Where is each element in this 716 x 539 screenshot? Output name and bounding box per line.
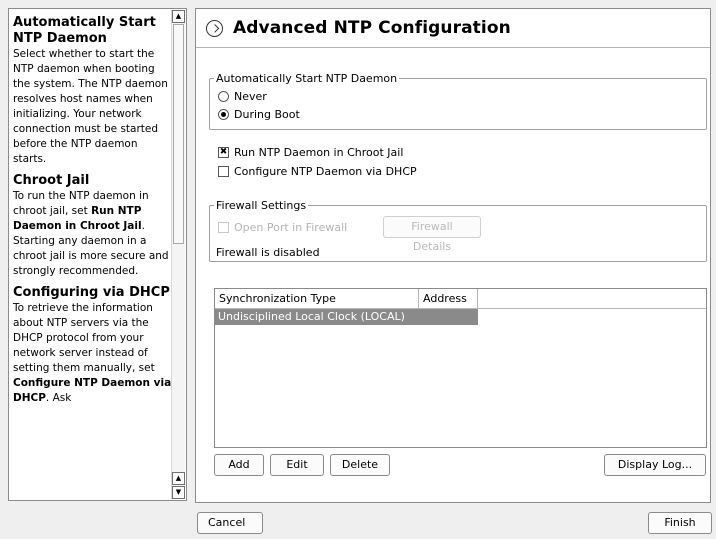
radio-during-boot-label: During Boot bbox=[234, 107, 300, 121]
help-heading-autostart: Automatically Start NTP Daemon bbox=[13, 15, 156, 46]
cancel-button[interactable]: Cancel bbox=[197, 512, 263, 534]
firewall-details-button[interactable]: Firewall Details bbox=[383, 216, 481, 253]
open-port-checkbox[interactable]: Open Port in Firewall bbox=[218, 219, 347, 235]
table-row[interactable]: Undisciplined Local Clock (LOCAL) bbox=[215, 309, 706, 325]
chroot-jail-label: Run NTP Daemon in Chroot Jail bbox=[234, 145, 404, 159]
chroot-jail-checkbox[interactable]: Run NTP Daemon in Chroot Jail bbox=[218, 144, 403, 160]
help-text: Automatically Start NTP Daemon Select wh… bbox=[13, 13, 173, 406]
dhcp-checkbox[interactable]: Configure NTP Daemon via DHCP bbox=[218, 163, 417, 179]
autostart-legend: Automatically Start NTP Daemon bbox=[216, 72, 398, 85]
radio-during-boot[interactable]: During Boot bbox=[218, 106, 300, 122]
dialog-header: Advanced NTP Configuration bbox=[206, 16, 511, 40]
title-divider bbox=[196, 47, 710, 48]
display-log-button[interactable]: Display Log... bbox=[604, 454, 706, 476]
open-port-check-indicator[interactable] bbox=[218, 221, 229, 233]
table-cell-type: Undisciplined Local Clock (LOCAL) bbox=[215, 309, 419, 325]
scroll-thumb[interactable] bbox=[173, 24, 184, 244]
radio-never-label: Never bbox=[234, 89, 267, 103]
server-table[interactable]: Synchronization Type Address Undisciplin… bbox=[214, 288, 707, 448]
help-body-dhcp-pre: To retrieve the information about NTP se… bbox=[13, 302, 155, 374]
edit-button[interactable]: Edit bbox=[270, 454, 324, 476]
help-body-chroot: To run the NTP daemon in chroot jail, se… bbox=[13, 189, 173, 279]
firewall-legend: Firewall Settings bbox=[216, 199, 307, 212]
column-header-address[interactable]: Address bbox=[419, 289, 478, 309]
dhcp-label: Configure NTP Daemon via DHCP bbox=[234, 164, 417, 178]
help-heading-chroot: Chroot Jail bbox=[13, 173, 90, 188]
main-dialog: Advanced NTP Configuration Automatically… bbox=[195, 8, 711, 503]
radio-never-indicator[interactable] bbox=[218, 90, 229, 102]
add-button[interactable]: Add bbox=[214, 454, 264, 476]
open-port-label: Open Port in Firewall bbox=[234, 220, 348, 234]
finish-button[interactable]: Finish bbox=[648, 512, 712, 534]
table-cell-address bbox=[419, 309, 478, 325]
chroot-jail-check-indicator[interactable] bbox=[218, 146, 229, 158]
dialog-title: Advanced NTP Configuration bbox=[233, 18, 511, 38]
help-heading-dhcp: Configuring via DHCP bbox=[13, 285, 170, 300]
scroll-up-small-button[interactable]: ▲ bbox=[172, 472, 185, 485]
help-pane[interactable]: Automatically Start NTP Daemon Select wh… bbox=[8, 8, 187, 501]
column-header-sync-type[interactable]: Synchronization Type bbox=[215, 289, 419, 309]
help-body-autostart: Select whether to start the NTP daemon w… bbox=[13, 48, 168, 165]
radio-never[interactable]: Never bbox=[218, 88, 267, 104]
delete-button[interactable]: Delete bbox=[330, 454, 390, 476]
radio-during-boot-indicator[interactable] bbox=[218, 108, 229, 120]
clock-icon bbox=[206, 19, 223, 37]
table-header: Synchronization Type Address bbox=[215, 289, 706, 309]
help-scrollbar[interactable]: ▲ ▲ ▼ bbox=[171, 10, 185, 499]
help-body-dhcp-bold: Configure NTP Daemon via DHCP bbox=[13, 377, 172, 404]
dhcp-check-indicator[interactable] bbox=[218, 165, 229, 177]
scroll-down-button[interactable]: ▼ bbox=[172, 486, 185, 499]
scroll-up-button[interactable]: ▲ bbox=[172, 10, 185, 23]
help-body-dhcp: To retrieve the information about NTP se… bbox=[13, 301, 173, 406]
help-body-dhcp-post: . Ask bbox=[45, 392, 72, 404]
firewall-status: Firewall is disabled bbox=[216, 246, 320, 259]
